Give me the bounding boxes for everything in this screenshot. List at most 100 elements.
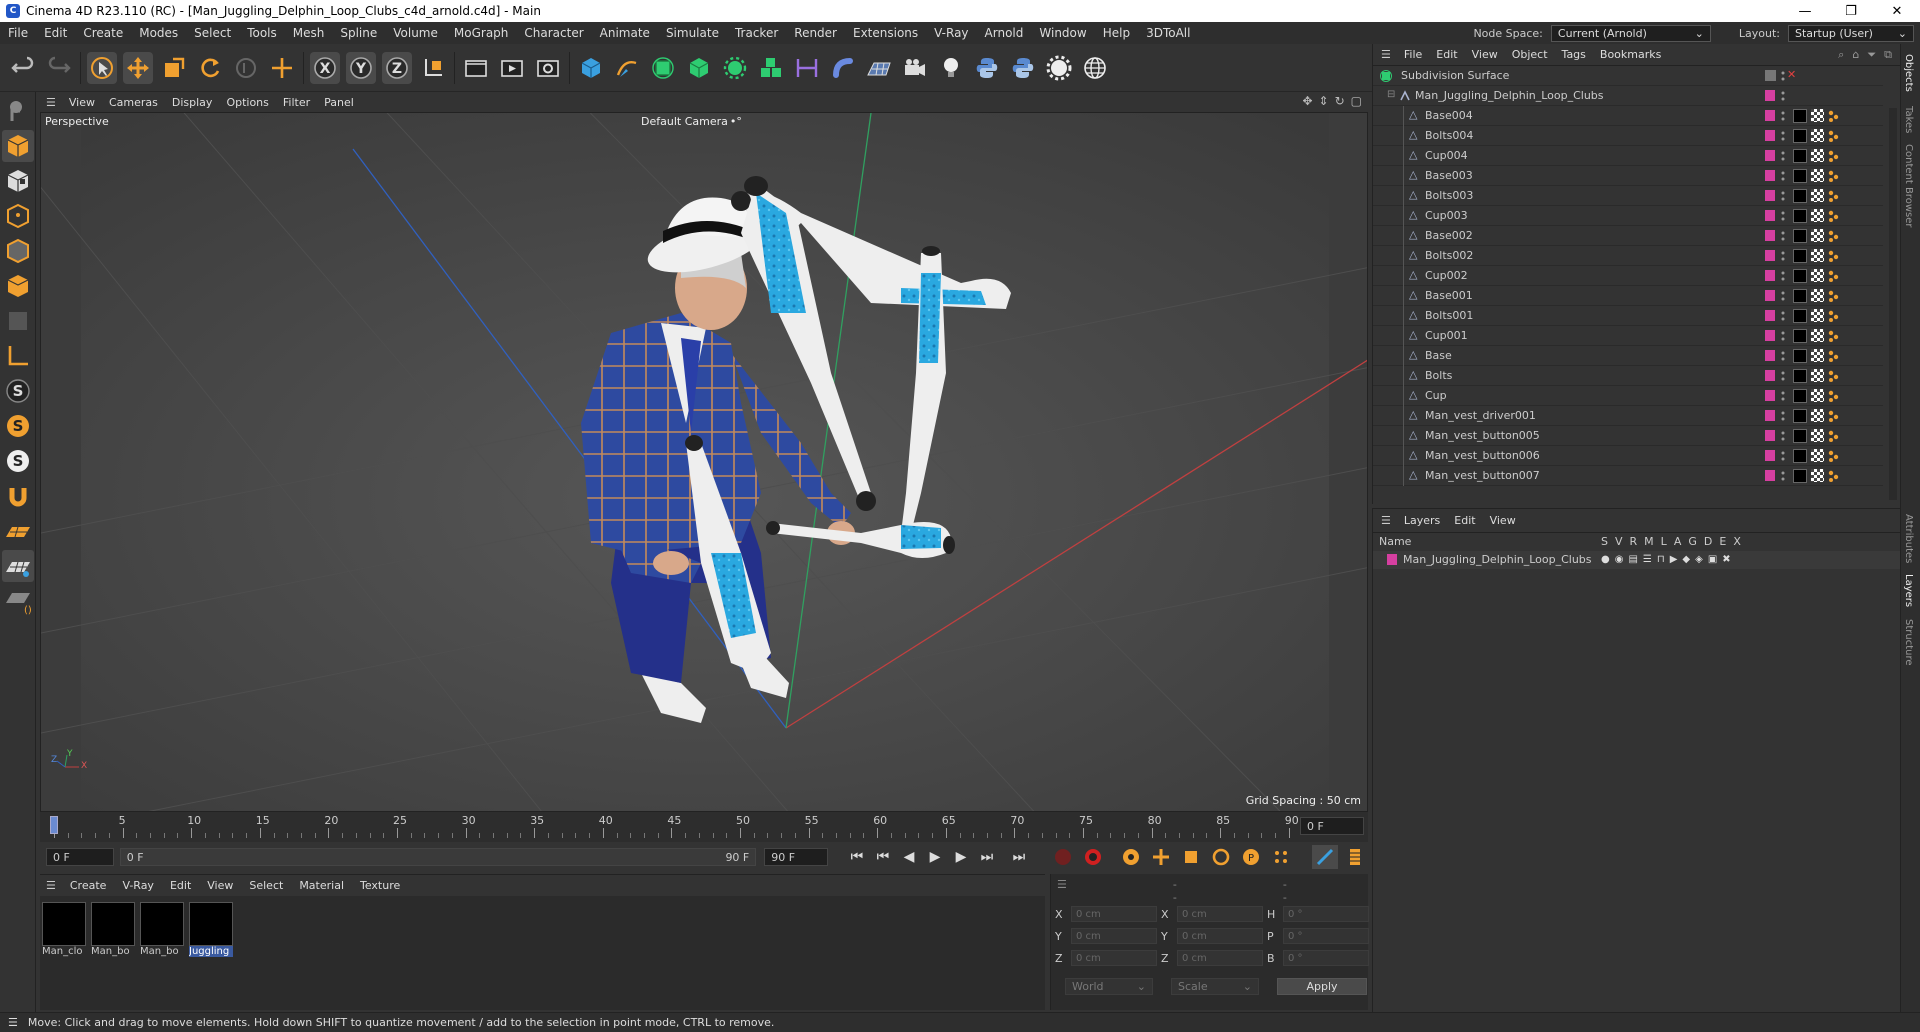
visibility-dots-icon[interactable] bbox=[1781, 70, 1785, 82]
frame-range-slider[interactable]: 0 F 90 F bbox=[119, 848, 757, 866]
layer-color-swatch[interactable] bbox=[1765, 230, 1775, 241]
layer-color-swatch[interactable] bbox=[1387, 554, 1397, 565]
object-row[interactable]: △ Base002 bbox=[1373, 226, 1883, 246]
visibility-dots-icon[interactable] bbox=[1781, 250, 1785, 262]
light-button[interactable] bbox=[936, 52, 966, 84]
visibility-dots-icon[interactable] bbox=[1781, 390, 1785, 402]
extrude-button[interactable] bbox=[684, 52, 714, 84]
layer-col-xref[interactable]: X bbox=[1733, 535, 1741, 548]
layer-color-swatch[interactable] bbox=[1765, 310, 1775, 321]
visibility-dots-icon[interactable] bbox=[1781, 230, 1785, 242]
layer-row[interactable]: Man_Juggling_Delphin_Loop_Clubs ● ◉ ▤ ☰ … bbox=[1373, 551, 1901, 569]
visibility-dots-icon[interactable] bbox=[1781, 270, 1785, 282]
phong-tag-icon[interactable] bbox=[1827, 129, 1839, 143]
texture-tag-icon[interactable] bbox=[1811, 469, 1824, 482]
menu-mesh[interactable]: Mesh bbox=[285, 26, 333, 40]
menu-select[interactable]: Select bbox=[186, 26, 239, 40]
python-button[interactable] bbox=[972, 52, 1002, 84]
spline-pen-button[interactable] bbox=[612, 52, 642, 84]
make-editable-button[interactable] bbox=[2, 95, 34, 127]
layer-color-swatch[interactable] bbox=[1765, 250, 1775, 261]
object-row[interactable]: △ Cup004 bbox=[1373, 146, 1883, 166]
layer-color-swatch[interactable] bbox=[1765, 270, 1775, 281]
texture-tag-icon[interactable] bbox=[1811, 249, 1824, 262]
y-axis-button[interactable]: Y bbox=[346, 51, 376, 84]
maximize-view-icon[interactable]: ▢ bbox=[1351, 94, 1362, 108]
visibility-dots-icon[interactable] bbox=[1781, 150, 1785, 162]
obj-menu-edit[interactable]: Edit bbox=[1429, 48, 1464, 61]
material-swatch[interactable]: Man_bo bbox=[91, 902, 135, 962]
material-tag-icon[interactable] bbox=[1793, 369, 1807, 383]
expression-icon[interactable]: ▣ bbox=[1708, 554, 1717, 565]
start-frame-field[interactable]: 0 F bbox=[46, 848, 114, 866]
material-tag-icon[interactable] bbox=[1793, 309, 1807, 323]
render-view-button[interactable] bbox=[461, 52, 491, 84]
material-tag-icon[interactable] bbox=[1793, 209, 1807, 223]
phong-tag-icon[interactable] bbox=[1827, 369, 1839, 383]
layer-col-locked[interactable]: L bbox=[1661, 535, 1667, 548]
object-row[interactable]: △ Man_vest_button007 bbox=[1373, 466, 1883, 486]
tab-content-browser[interactable]: Content Browser bbox=[1903, 144, 1914, 227]
xref-icon[interactable]: ✖ bbox=[1722, 554, 1730, 565]
object-row[interactable]: △ Bolts004 bbox=[1373, 126, 1883, 146]
uv-mode-button[interactable] bbox=[2, 305, 34, 337]
edit-toggle-icon[interactable] bbox=[1765, 70, 1776, 81]
menu-mograph[interactable]: MoGraph bbox=[446, 26, 517, 40]
object-row[interactable]: △ Bolts003 bbox=[1373, 186, 1883, 206]
go-to-start-button[interactable]: ⏮ bbox=[844, 845, 870, 869]
tab-objects[interactable]: Objects bbox=[1903, 54, 1914, 92]
animation-play-icon[interactable]: ▶ bbox=[1670, 554, 1678, 565]
timeline-button[interactable] bbox=[1342, 845, 1368, 869]
texture-tag-icon[interactable] bbox=[1811, 309, 1824, 322]
phong-tag-icon[interactable] bbox=[1827, 309, 1839, 323]
material-tag-icon[interactable] bbox=[1793, 169, 1807, 183]
phong-tag-icon[interactable] bbox=[1827, 169, 1839, 183]
menu-window[interactable]: Window bbox=[1031, 26, 1094, 40]
camera-button[interactable] bbox=[900, 52, 930, 84]
size-z-field[interactable]: 0 cm bbox=[1177, 950, 1263, 966]
playhead[interactable] bbox=[50, 816, 58, 834]
object-row[interactable]: △ Man_vest_button005 bbox=[1373, 426, 1883, 446]
apply-button[interactable]: Apply bbox=[1277, 978, 1367, 995]
record-button[interactable] bbox=[1050, 845, 1076, 869]
object-row[interactable]: △ Cup001 bbox=[1373, 326, 1883, 346]
menu-create[interactable]: Create bbox=[75, 26, 131, 40]
texture-tag-icon[interactable] bbox=[1811, 349, 1824, 362]
phong-tag-icon[interactable] bbox=[1827, 149, 1839, 163]
python-script-button[interactable] bbox=[1008, 52, 1038, 84]
node-space-dropdown[interactable]: Current (Arnold) ⌄ bbox=[1550, 24, 1711, 42]
phong-tag-icon[interactable] bbox=[1827, 429, 1839, 443]
minimize-button[interactable]: — bbox=[1782, 0, 1828, 22]
previous-frame-button[interactable]: ◀ bbox=[896, 845, 922, 869]
phong-tag-icon[interactable] bbox=[1827, 209, 1839, 223]
menu-character[interactable]: Character bbox=[516, 26, 591, 40]
next-key-button[interactable]: ⏭ bbox=[974, 845, 1000, 869]
layer-color-swatch[interactable] bbox=[1765, 330, 1775, 341]
visibility-dots-icon[interactable] bbox=[1781, 350, 1785, 362]
rotate-tool-button[interactable] bbox=[195, 52, 225, 84]
move-tool-button[interactable] bbox=[123, 51, 153, 84]
layer-color-swatch[interactable] bbox=[1765, 190, 1775, 201]
search-icon[interactable]: ⌕ bbox=[1838, 48, 1844, 62]
phong-tag-icon[interactable] bbox=[1827, 469, 1839, 483]
phong-tag-icon[interactable] bbox=[1827, 409, 1839, 423]
layer-color-swatch[interactable] bbox=[1765, 370, 1775, 381]
layer-menu-edit[interactable]: Edit bbox=[1447, 514, 1482, 527]
home-icon[interactable]: ⌂ bbox=[1852, 48, 1859, 62]
locked-workplane-button[interactable]: () bbox=[2, 585, 34, 617]
camera-label[interactable]: Default Camera •° bbox=[641, 115, 742, 128]
visibility-dots-icon[interactable] bbox=[1781, 450, 1785, 462]
redo-button[interactable] bbox=[44, 52, 74, 84]
maximize-button[interactable]: ❐ bbox=[1828, 0, 1874, 22]
material-tag-icon[interactable] bbox=[1793, 449, 1807, 463]
material-tag-icon[interactable] bbox=[1793, 129, 1807, 143]
material-tag-icon[interactable] bbox=[1793, 429, 1807, 443]
visibility-dots-icon[interactable] bbox=[1781, 310, 1785, 322]
menu-volume[interactable]: Volume bbox=[385, 26, 446, 40]
previous-key-button[interactable]: ⏮ bbox=[870, 845, 896, 869]
play-button[interactable]: ▶ bbox=[922, 845, 948, 869]
web-button[interactable] bbox=[1080, 52, 1110, 84]
object-row-root[interactable]: Subdivision Surface ✕ bbox=[1373, 66, 1883, 86]
mat-menu-edit[interactable]: Edit bbox=[162, 879, 199, 892]
key-parameter-button[interactable]: P bbox=[1238, 845, 1264, 869]
